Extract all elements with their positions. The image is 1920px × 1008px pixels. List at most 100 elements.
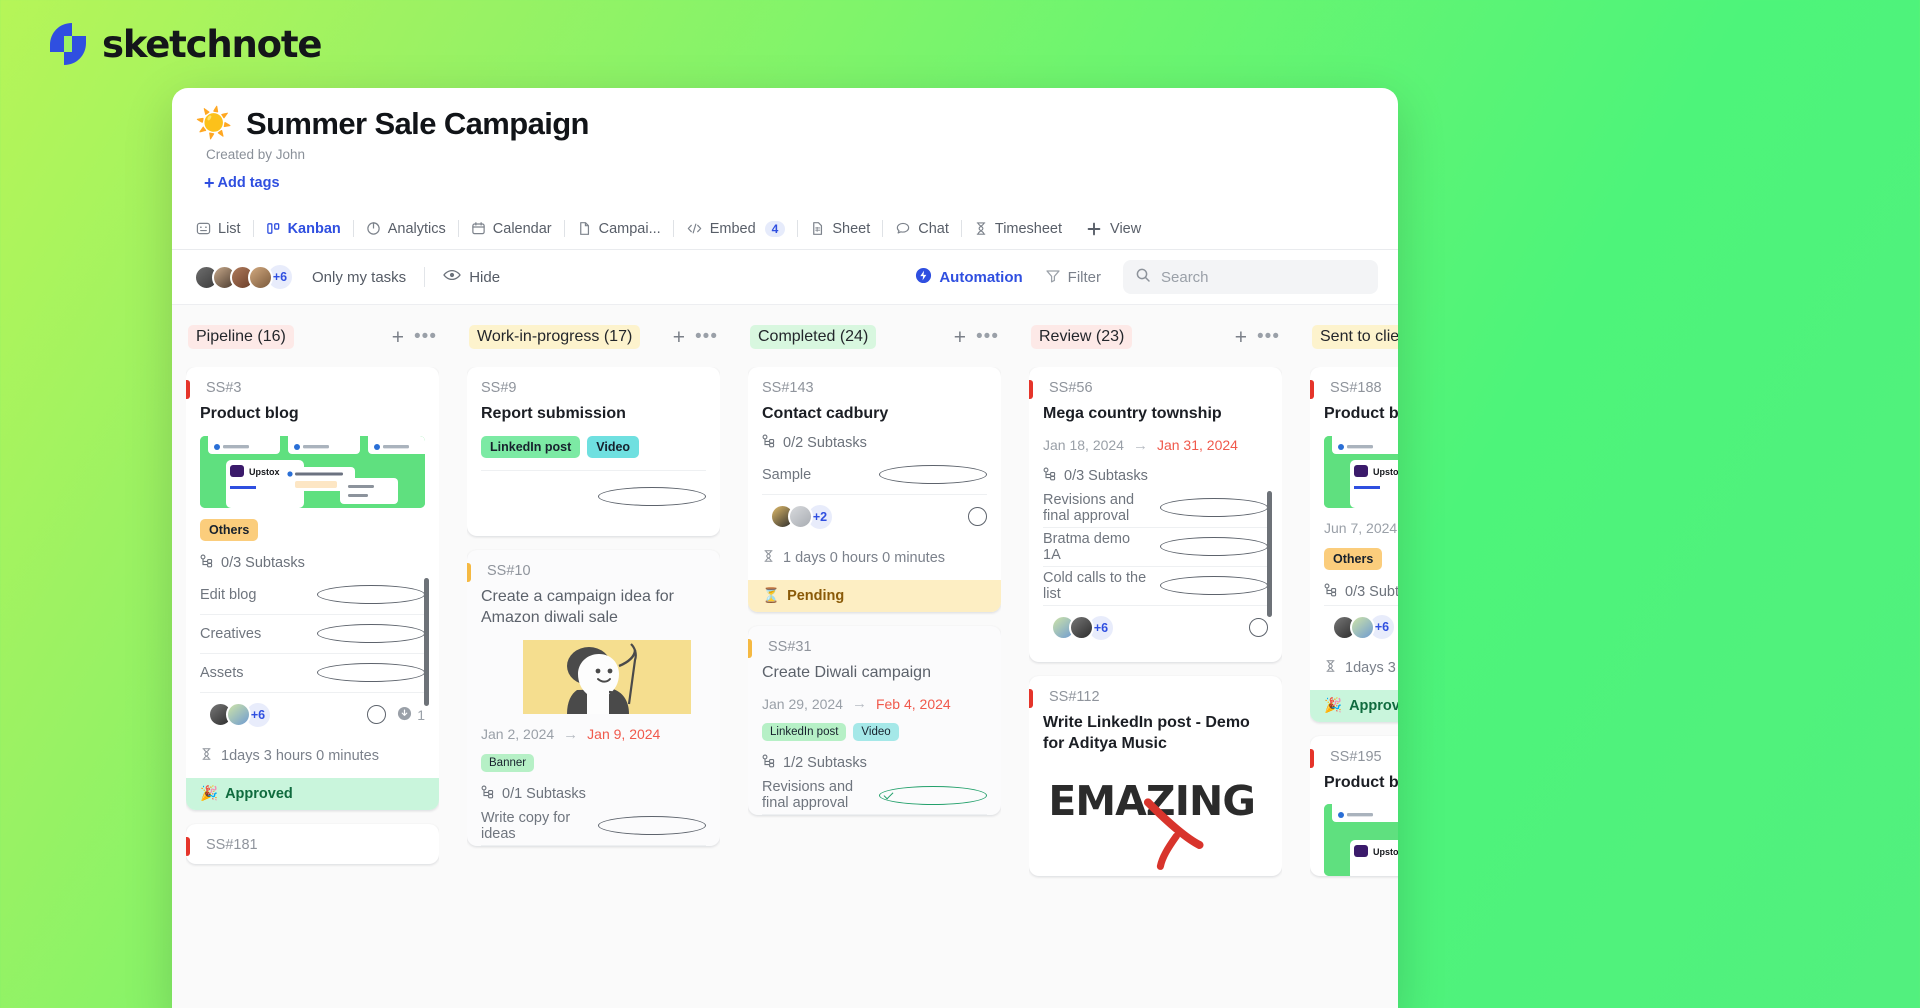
kanban-card[interactable]: SS#9 Report submission LinkedIn post Vid… [467, 367, 720, 536]
tab-kanban[interactable]: Kanban [254, 208, 353, 250]
arrow-right-icon: → [851, 695, 867, 713]
subtask-status-ring[interactable] [1159, 498, 1268, 518]
priority-accent [186, 380, 190, 399]
only-my-tasks-button[interactable]: Only my tasks [312, 269, 406, 286]
add-view-button[interactable]: View [1074, 208, 1153, 250]
subtask-status-ring[interactable] [316, 585, 425, 605]
subtask-row[interactable]: Bratma demo 1A [1043, 528, 1268, 567]
kanban-card[interactable]: SS#112 Write LinkedIn post - Demo for Ad… [1029, 675, 1282, 876]
column-menu-icon[interactable]: ••• [1257, 327, 1280, 347]
tab-embed[interactable]: Embed 4 [674, 208, 798, 250]
subtask-scrollbar[interactable] [1267, 490, 1272, 617]
column-header: Pipeline (16) + ••• [186, 323, 439, 351]
hourglass-icon [1324, 659, 1337, 677]
subtask-row[interactable]: Write copy for ideas [481, 807, 706, 846]
card-status-bar: 🎉 Approved [1310, 689, 1398, 722]
app-window: ☀️ Summer Sale Campaign Created by John … [172, 88, 1398, 1008]
subtask-status-ring[interactable] [316, 624, 425, 644]
automation-button[interactable]: Automation [915, 267, 1023, 288]
assignee-avatar-group[interactable]: +6 [186, 263, 294, 291]
view-tabs: List Kanban Analytics Calendar Campai...… [172, 208, 1398, 250]
tab-calendar[interactable]: Calendar [459, 208, 564, 250]
card-thumbnail [481, 639, 706, 714]
card-status-bar: 🎉 Approved [186, 777, 439, 810]
kanban-card[interactable]: SS#10 Create a campaign idea for Amazon … [467, 549, 720, 846]
add-tags-label: Add tags [217, 175, 280, 191]
duration-label: 1days 3 hours 0 minutes [221, 747, 379, 764]
subtasks-label: 0/2 Subtasks [783, 434, 867, 451]
hide-button[interactable]: Hide [443, 268, 500, 286]
tab-campaign[interactable]: Campai... [565, 208, 673, 250]
subtask-row[interactable]: Creatives [200, 615, 425, 654]
card-avatar-group[interactable]: +6 [1324, 613, 1396, 642]
attachment-count-label: 1 [417, 706, 425, 723]
tab-timesheet[interactable]: Timesheet [962, 208, 1074, 250]
duration-label: 1 days 0 hours 0 minutes [783, 549, 946, 566]
subtask-label: Bratma demo 1A [1043, 530, 1131, 563]
subtask-status-ring[interactable] [597, 486, 706, 506]
search-input[interactable] [1161, 268, 1366, 286]
subtask-tree-icon [481, 785, 495, 803]
kanban-card[interactable]: SS#188 Product blog Upstox [1310, 367, 1398, 722]
kanban-card[interactable]: SS#181 [186, 823, 439, 864]
add-card-icon[interactable]: + [673, 327, 685, 348]
column-menu-icon[interactable]: ••• [695, 327, 718, 347]
kanban-card[interactable]: SS#195 Product blog Upstox [1310, 735, 1398, 877]
chat-icon [895, 221, 911, 236]
filter-button[interactable]: Filter [1045, 268, 1101, 287]
add-card-icon[interactable]: + [1235, 327, 1247, 348]
tab-label: Sheet [832, 220, 871, 237]
subtask-row[interactable]: Edit blog [200, 576, 425, 615]
card-title: Product blog [1324, 405, 1398, 422]
subtask-status-ring[interactable] [597, 816, 706, 836]
card-avatar-group[interactable]: +2 [762, 502, 834, 531]
subtask-row[interactable]: Revisions and final approval [762, 776, 987, 816]
tab-analytics[interactable]: Analytics [354, 208, 458, 250]
column-menu-icon[interactable]: ••• [414, 327, 437, 347]
subtask-row[interactable]: Sample [762, 456, 987, 495]
hourglass-icon [762, 549, 775, 567]
subtask-status-ring[interactable] [878, 465, 987, 485]
svg-text:Upstox: Upstox [1373, 847, 1398, 857]
card-id: SS#195 [1330, 748, 1382, 765]
tab-chat[interactable]: Chat [883, 208, 961, 250]
card-status-ring[interactable] [968, 507, 987, 527]
kanban-card[interactable]: SS#3 Product blog Upstox Others 0/3 Subt… [186, 367, 439, 810]
search-box[interactable] [1123, 260, 1378, 294]
column-title: Sent to client (9) [1312, 325, 1398, 349]
card-status-ring[interactable] [1249, 618, 1268, 638]
subtask-tree-icon [762, 434, 776, 452]
card-avatar-group[interactable]: +6 [1043, 613, 1115, 642]
card-title: Product blog [1324, 773, 1398, 791]
subtask-row[interactable]: Cold calls to the list [1043, 567, 1268, 606]
subtask-row[interactable]: Revisions and final approval [1043, 489, 1268, 528]
card-title: Mega country township [1043, 405, 1222, 422]
subtask-status-ring[interactable] [878, 785, 987, 805]
subtasks-label: 0/3 Subtasks [221, 554, 305, 571]
add-tags-button[interactable]: + Add tags [204, 174, 280, 192]
subtask-scrollbar[interactable] [424, 577, 429, 706]
card-avatar-group[interactable]: +6 [200, 700, 272, 729]
kanban-card[interactable]: SS#31 Create Diwali campaign Jan 29, 202… [748, 625, 1001, 816]
column-menu-icon[interactable]: ••• [976, 327, 999, 347]
subtask-row[interactable] [481, 469, 706, 522]
add-card-icon[interactable]: + [954, 327, 966, 348]
subtasks-summary: 1/2 Subtasks [762, 754, 987, 772]
tab-label: Embed [709, 220, 756, 237]
card-status-ring[interactable] [367, 705, 387, 725]
kanban-card[interactable]: SS#143 Contact cadbury 0/2 Subtasks Samp… [748, 367, 1001, 612]
hourglass-icon [974, 221, 988, 236]
card-id: SS#56 [1049, 380, 1093, 396]
tab-list[interactable]: List [184, 208, 253, 250]
tab-sheet[interactable]: Sheet [798, 208, 882, 250]
subtask-status-ring[interactable] [1159, 576, 1268, 596]
subtask-label: Sample [762, 466, 812, 483]
subtask-status-ring[interactable] [1159, 537, 1268, 557]
add-card-icon[interactable]: + [392, 327, 404, 348]
column-title: Work-in-progress (17) [469, 325, 641, 349]
subtask-row[interactable]: Assets [200, 654, 425, 693]
column-header: Sent to client (9) [1310, 323, 1398, 351]
subtask-label: Revisions and final approval [1043, 491, 1135, 524]
kanban-card[interactable]: SS#56 Mega country township Jan 18, 2024… [1029, 367, 1282, 662]
subtask-status-ring[interactable] [316, 663, 425, 683]
